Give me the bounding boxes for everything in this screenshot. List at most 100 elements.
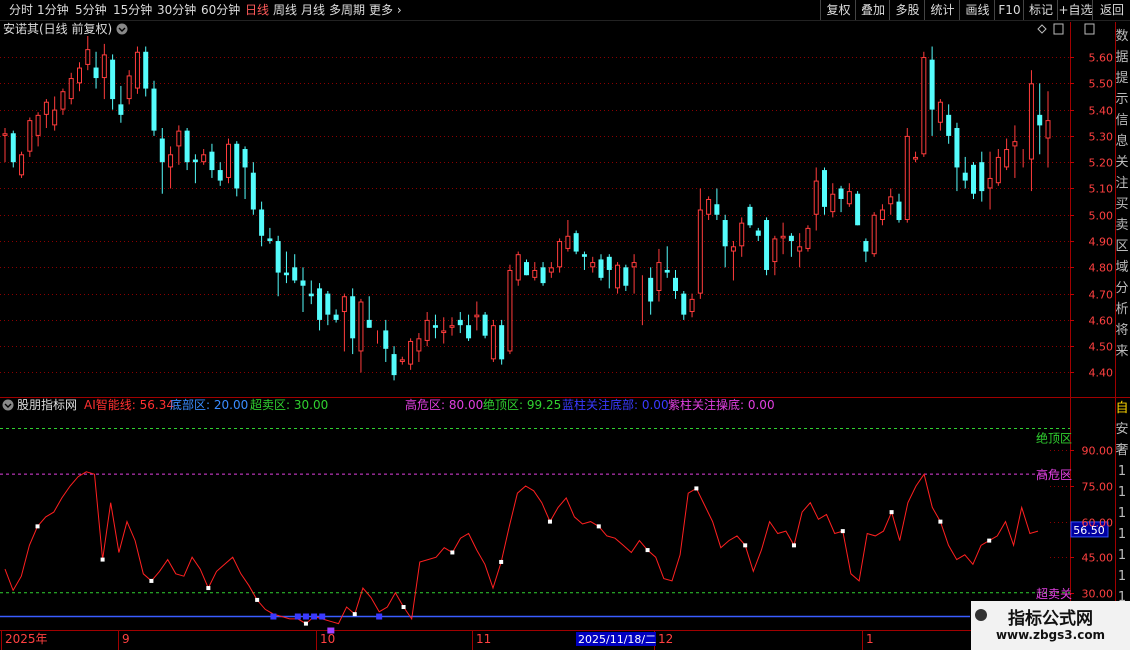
candle [879, 204, 885, 226]
signal-marker [645, 548, 650, 553]
candle-body [1045, 120, 1051, 139]
candle [780, 222, 786, 255]
candle [507, 264, 513, 355]
candle [110, 54, 116, 110]
indicator-chevron-icon[interactable] [2, 399, 14, 411]
level-label-high: 高危区 [1036, 467, 1072, 482]
candle [358, 298, 364, 373]
candle [159, 128, 165, 194]
candle [134, 46, 140, 94]
candle [93, 51, 99, 89]
candle [540, 262, 546, 286]
indicator-strip-char: 1 [1118, 527, 1126, 542]
candle-body [391, 354, 397, 376]
indicator-strip-char: 1 [1118, 548, 1126, 563]
candle [391, 346, 397, 381]
side-strip-char: 注 [1115, 176, 1128, 191]
candle [797, 233, 803, 268]
candle-body [937, 101, 943, 123]
signal-marker [450, 550, 455, 555]
candle [399, 356, 405, 365]
price-tick-label: 4.90 [1089, 236, 1114, 249]
candle [333, 309, 339, 323]
candle-body [722, 220, 728, 247]
candle-body [27, 120, 33, 152]
candle-body [192, 159, 198, 163]
candle-body [19, 154, 25, 176]
candle-body [134, 51, 140, 89]
price-tick-label: 5.30 [1089, 131, 1114, 144]
candle [43, 99, 49, 129]
candle [664, 246, 670, 278]
candle-body [615, 264, 621, 289]
signal-marker [596, 524, 601, 529]
level-label-top: 绝顶区 [1036, 431, 1072, 446]
candle-body [879, 209, 885, 221]
side-strip-char: 来 [1115, 344, 1128, 359]
candle-body [325, 293, 331, 315]
candle-body [466, 325, 472, 339]
candle [350, 288, 356, 355]
candle-body [126, 75, 132, 100]
diamond-icon[interactable] [1037, 24, 1047, 34]
candle [68, 72, 74, 105]
signal-marker [987, 538, 992, 543]
candle [904, 128, 910, 223]
signal-marker [938, 519, 943, 524]
price-tick-label: 5.20 [1089, 157, 1114, 170]
candle [689, 293, 695, 318]
date-label: 11 [476, 632, 491, 646]
candle [590, 256, 596, 273]
indicator-tick-label: 30.00 [1082, 588, 1114, 601]
candle [432, 314, 438, 339]
bottom-signal-marker [311, 613, 318, 620]
legend-item: 底部区: 20.00 [170, 397, 248, 412]
candle [946, 104, 952, 144]
candle [209, 143, 215, 178]
candle [648, 267, 654, 315]
indicator-strip-char: 1 [1118, 485, 1126, 500]
candle [499, 319, 505, 365]
candle [755, 227, 761, 242]
candle [126, 70, 132, 105]
price-tick-label: 5.40 [1089, 105, 1114, 118]
candle-body [1012, 141, 1018, 147]
candle [19, 151, 25, 178]
date-label: 1 [866, 632, 874, 646]
legend-item: AI智能线: 56.34 [84, 397, 174, 412]
candle-body [482, 314, 488, 336]
candle-body [217, 170, 223, 181]
signal-marker [255, 597, 260, 602]
chart-area: 5.60 5.50 5.40 5.30 5.20 5.10 5.00 4.90 4.80 4.70… [0, 21, 1130, 650]
price-tick-label: 4.80 [1089, 262, 1114, 275]
candle-body [673, 277, 678, 291]
candle [226, 138, 231, 184]
candle [143, 46, 149, 97]
candle [482, 312, 488, 339]
watermark-title: 指标公式网 [1008, 609, 1093, 629]
candle [85, 36, 91, 71]
side-strip-char: 关 [1115, 155, 1128, 170]
window-icon[interactable] [1053, 23, 1064, 35]
candle [573, 230, 579, 255]
signal-marker [499, 559, 504, 564]
candle [706, 196, 712, 221]
candle-body [1037, 114, 1043, 126]
candle-body [176, 130, 182, 147]
candle-body [581, 254, 587, 257]
candle [548, 262, 554, 278]
candle [772, 235, 778, 276]
legend-item: 超卖区: 30.00 [250, 397, 328, 412]
candle-body [275, 241, 281, 273]
chevron-down-icon[interactable] [116, 23, 128, 35]
candle-body [747, 206, 753, 226]
candle-body [822, 170, 827, 207]
signal-marker [35, 524, 40, 529]
candle-body [358, 301, 364, 352]
candle-body [457, 319, 463, 326]
candle-body [797, 246, 803, 252]
candle-body [755, 230, 761, 236]
window-icon-2[interactable] [1084, 23, 1095, 35]
signal-marker [149, 578, 154, 583]
candle-body [1028, 83, 1034, 160]
